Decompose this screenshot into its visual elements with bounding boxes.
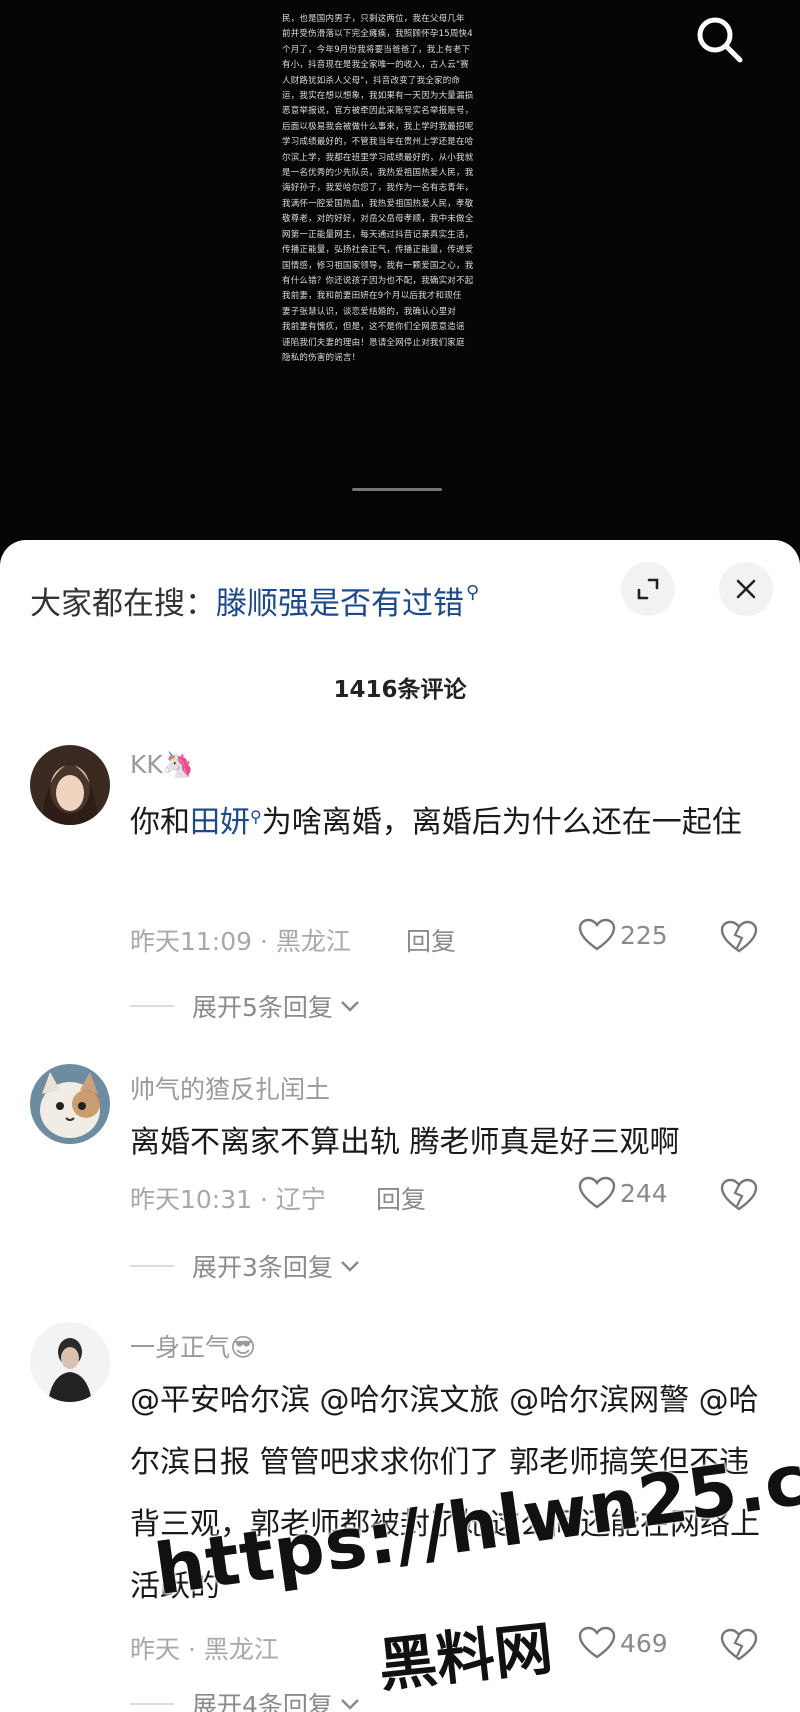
comment-text: 离婚不离家不算出轨 腾老师真是好三观啊 <box>130 1125 680 1160</box>
document-line: 后面以极易我会被做什么事来，我上学时我最招呢 <box>282 121 474 132</box>
expand-replies-label: 展开3条回复 <box>192 1253 333 1282</box>
chevron-down-icon <box>341 1001 359 1012</box>
heart-icon <box>578 1176 616 1209</box>
heart-icon <box>578 1626 616 1659</box>
divider-dash <box>130 1265 174 1267</box>
expand-replies-button[interactable]: 展开3条回复 <box>130 1248 361 1284</box>
username-text: KK <box>130 750 163 779</box>
document-line: 人财路犹如杀人父母"，抖音改变了我全家的命 <box>282 75 461 86</box>
comment-time-location: 昨天10:31 · 辽宁 <box>130 1185 326 1214</box>
chevron-down-icon <box>341 1261 359 1272</box>
trending-search[interactable]: 大家都在搜： 滕顺强是否有过错 ⚲ <box>30 570 479 630</box>
document-line: 妻子张慧认识，谈恋爱结婚的，我确认心里对 <box>282 306 457 317</box>
like-count: 244 <box>620 1178 668 1208</box>
comment-username[interactable]: 帅气的猹反扎闰土 <box>130 1070 330 1106</box>
document-line: 有什么错？你还说孩子因为也不配，我确实对不起 <box>282 275 474 286</box>
document-line: 我前妻有愧疚，但是，这不是你们全网恶意造谣 <box>282 322 465 333</box>
expand-replies-button[interactable]: 展开4条回复 <box>130 1686 361 1712</box>
dislike-button[interactable] <box>720 920 758 958</box>
document-line: 敬尊老，对的好好，对岳父岳母孝顺，我中未做全 <box>282 214 474 225</box>
document-line: 国情感，修习祖国家领导，我有一颗爱国之心，我 <box>282 260 474 271</box>
username-emoji: 🦄 <box>162 750 194 779</box>
document-line: 学习成绩最好的，不管我当年在贵州上学还是在哈 <box>282 137 474 148</box>
broken-heart-icon <box>720 1178 758 1211</box>
expand-replies-label: 展开5条回复 <box>192 993 333 1022</box>
comment-username[interactable]: KK🦄 <box>130 750 194 780</box>
progress-handle[interactable] <box>352 488 442 491</box>
document-line: 个月了，今年9月份我将要当爸爸了，我上有老下 <box>282 44 471 55</box>
document-line: 传播正能量，弘扬社会正气，传播正能量，传递爱 <box>282 245 474 256</box>
reply-button[interactable]: 回复 <box>406 922 456 958</box>
username-text: 一身正气 <box>130 1333 231 1362</box>
like-count: 225 <box>620 920 668 950</box>
mention-link[interactable]: 田妍 <box>190 805 250 840</box>
document-line: 有小，抖音现在是我全家唯一的收入，古人云"赛 <box>282 60 469 71</box>
heart-icon <box>578 918 616 951</box>
close-button[interactable] <box>719 562 773 616</box>
like-button[interactable]: 225 <box>578 918 668 952</box>
expand-button[interactable] <box>621 562 675 616</box>
expand-replies-button[interactable]: 展开5条回复 <box>130 988 361 1024</box>
document-line: 恶意举报说，官方被牵因此采账号实名举报账号， <box>282 106 474 117</box>
video-player[interactable]: 民，也是国内男子，只剩这两位，我在父母几年 前并受伤滑落以下完全瘫痪，我照顾怀孕1… <box>0 0 800 560</box>
document-line: 我前妻，我和前妻田妍在9个月以后我才和现任 <box>282 291 462 302</box>
like-count: 469 <box>620 1628 668 1658</box>
broken-heart-icon <box>720 1628 758 1661</box>
document-line: 网第一正能量网主，每天通过抖音记录真实生活， <box>282 229 474 240</box>
dislike-button[interactable] <box>720 1628 758 1666</box>
document-line: 诬陷我们夫妻的理由！恳请全网停止对我们家庭 <box>282 337 465 348</box>
comment-count: 1416条评论 <box>333 677 467 703</box>
trending-search-query[interactable]: 滕顺强是否有过错 <box>216 578 464 623</box>
trending-search-prefix: 大家都在搜： <box>30 585 216 622</box>
expand-icon <box>637 578 659 600</box>
avatar[interactable] <box>30 1064 110 1144</box>
divider-dash <box>130 1005 174 1007</box>
comment-text: 你和田妍⚲为啥离婚，离婚后为什么还在一起住 <box>130 805 742 840</box>
document-line: 民，也是国内男子，只剩这两位，我在父母几年 <box>282 14 465 24</box>
document-line: 诲好孙子，我爱哈尔您了，我作为一名有志青年， <box>282 183 474 194</box>
chevron-down-icon <box>341 1699 359 1710</box>
search-mini-icon: ⚲ <box>250 807 262 826</box>
username-emoji: 😎 <box>230 1333 257 1362</box>
avatar[interactable] <box>30 1322 110 1402</box>
document-line: 是一名优秀的少先队员，我热爱祖国热爱人民，我 <box>282 168 474 179</box>
expand-replies-label: 展开4条回复 <box>192 1691 333 1712</box>
reply-button[interactable]: 回复 <box>376 1180 426 1216</box>
search-mini-icon: ⚲ <box>466 581 480 603</box>
dislike-button[interactable] <box>720 1178 758 1216</box>
document-line: 我满怀一腔爱国热血，我热爱祖国热爱人民，孝敬 <box>282 198 474 209</box>
comment-time-location: 昨天 · 黑龙江 <box>130 1635 279 1664</box>
search-button[interactable] <box>690 10 750 70</box>
comment-username[interactable]: 一身正气😎 <box>130 1328 256 1364</box>
document-line: 尔滨上学，我都在班里学习成绩最好的，从小我就 <box>282 152 474 163</box>
avatar[interactable] <box>30 745 110 825</box>
like-button[interactable]: 244 <box>578 1176 668 1210</box>
document-line: 隐私的伤害的谣言！ <box>282 352 361 363</box>
comment-time-location: 昨天11:09 · 黑龙江 <box>130 927 351 956</box>
document-line: 运，我实在想以想象，我如果有一天因为大量漏损 <box>282 91 474 102</box>
broken-heart-icon <box>720 920 758 953</box>
like-button[interactable]: 469 <box>578 1626 668 1660</box>
document-line: 前并受伤滑落以下完全瘫痪，我照顾怀孕15周快4 <box>282 29 473 40</box>
close-icon <box>736 579 756 599</box>
search-icon <box>697 17 743 63</box>
document-image-text: 民，也是国内男子，只剩这两位，我在父母几年 前并受伤滑落以下完全瘫痪，我照顾怀孕1… <box>282 12 554 366</box>
divider-dash <box>130 1703 174 1705</box>
